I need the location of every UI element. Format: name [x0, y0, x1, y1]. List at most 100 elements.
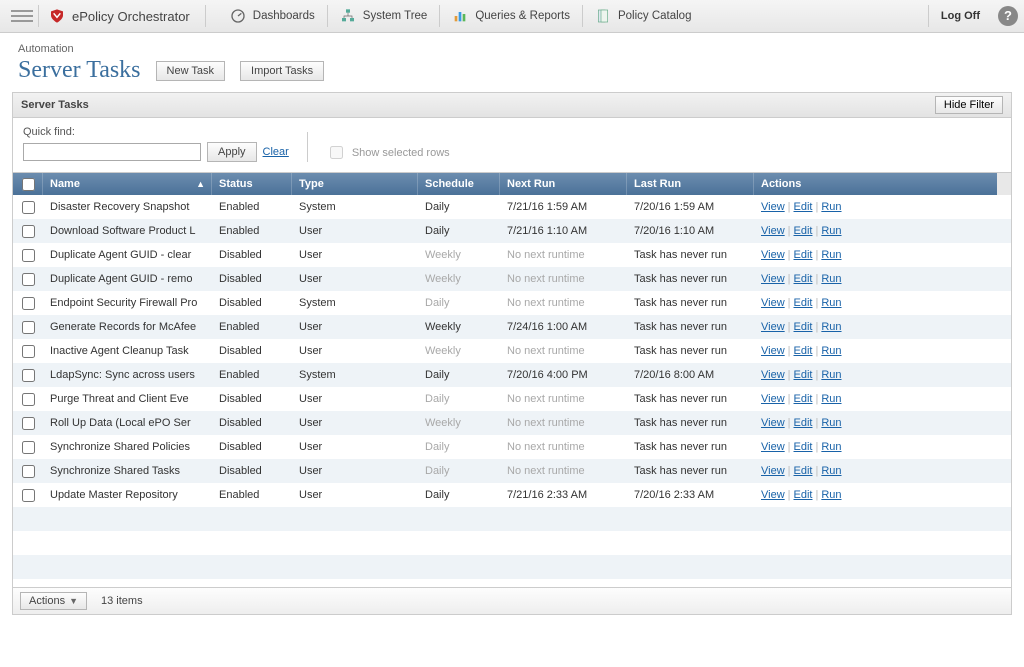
row-checkbox[interactable] — [22, 201, 35, 214]
hide-filter-button[interactable]: Hide Filter — [935, 96, 1003, 114]
row-checkbox[interactable] — [22, 417, 35, 430]
view-link[interactable]: View — [761, 393, 785, 405]
run-link[interactable]: Run — [821, 225, 841, 237]
nav-system-tree[interactable]: System Tree — [328, 5, 441, 27]
run-link[interactable]: Run — [821, 201, 841, 213]
col-last-run[interactable]: Last Run — [627, 173, 754, 195]
run-link[interactable]: Run — [821, 417, 841, 429]
col-next-run[interactable]: Next Run — [500, 173, 627, 195]
col-schedule[interactable]: Schedule — [418, 173, 500, 195]
view-link[interactable]: View — [761, 369, 785, 381]
edit-link[interactable]: Edit — [794, 369, 813, 381]
cell-last-run: Task has never run — [627, 291, 754, 315]
edit-link[interactable]: Edit — [794, 417, 813, 429]
view-link[interactable]: View — [761, 249, 785, 261]
show-selected-checkbox[interactable] — [330, 146, 343, 159]
table-row[interactable]: Purge Threat and Client EveDisabledUserD… — [13, 387, 1011, 411]
nav-policy-catalog[interactable]: Policy Catalog — [583, 5, 704, 27]
view-link[interactable]: View — [761, 441, 785, 453]
view-link[interactable]: View — [761, 465, 785, 477]
panel-header: Server Tasks Hide Filter — [12, 92, 1012, 118]
edit-link[interactable]: Edit — [794, 273, 813, 285]
scrollbar-header-spacer — [997, 173, 1011, 195]
edit-link[interactable]: Edit — [794, 465, 813, 477]
edit-link[interactable]: Edit — [794, 225, 813, 237]
row-checkbox[interactable] — [22, 465, 35, 478]
cell-status: Disabled — [212, 243, 292, 267]
cell-type: User — [292, 243, 418, 267]
quick-find-input[interactable] — [23, 143, 201, 161]
col-status[interactable]: Status — [212, 173, 292, 195]
cell-status: Disabled — [212, 267, 292, 291]
filter-bar: Quick find: Apply Clear Show selected ro… — [12, 118, 1012, 173]
select-all-checkbox[interactable] — [22, 178, 35, 191]
row-checkbox[interactable] — [22, 225, 35, 238]
table-row[interactable]: Roll Up Data (Local ePO SerDisabledUserW… — [13, 411, 1011, 435]
table-row[interactable]: Endpoint Security Firewall ProDisabledSy… — [13, 291, 1011, 315]
table-row[interactable]: Duplicate Agent GUID - clearDisabledUser… — [13, 243, 1011, 267]
view-link[interactable]: View — [761, 201, 785, 213]
row-checkbox[interactable] — [22, 369, 35, 382]
row-checkbox[interactable] — [22, 273, 35, 286]
view-link[interactable]: View — [761, 489, 785, 501]
brand[interactable]: ePolicy Orchestrator — [49, 5, 206, 27]
table-row[interactable]: Synchronize Shared TasksDisabledUserDail… — [13, 459, 1011, 483]
run-link[interactable]: Run — [821, 489, 841, 501]
row-checkbox[interactable] — [22, 249, 35, 262]
run-link[interactable]: Run — [821, 441, 841, 453]
col-name[interactable]: Name▲ — [43, 173, 212, 195]
table-row[interactable]: Generate Records for McAfeeEnabledUserWe… — [13, 315, 1011, 339]
table-row[interactable]: Download Software Product LEnabledUserDa… — [13, 219, 1011, 243]
view-link[interactable]: View — [761, 297, 785, 309]
row-checkbox[interactable] — [22, 489, 35, 502]
view-link[interactable]: View — [761, 225, 785, 237]
new-task-button[interactable]: New Task — [156, 61, 225, 81]
row-checkbox[interactable] — [22, 321, 35, 334]
edit-link[interactable]: Edit — [794, 345, 813, 357]
edit-link[interactable]: Edit — [794, 441, 813, 453]
edit-link[interactable]: Edit — [794, 201, 813, 213]
row-checkbox[interactable] — [22, 441, 35, 454]
view-link[interactable]: View — [761, 273, 785, 285]
clear-link[interactable]: Clear — [263, 146, 289, 158]
run-link[interactable]: Run — [821, 369, 841, 381]
table-row[interactable]: Duplicate Agent GUID - remoDisabledUserW… — [13, 267, 1011, 291]
nav-queries-reports[interactable]: Queries & Reports — [440, 5, 583, 27]
apply-button[interactable]: Apply — [207, 142, 257, 162]
cell-last-run: Task has never run — [627, 459, 754, 483]
run-link[interactable]: Run — [821, 321, 841, 333]
edit-link[interactable]: Edit — [794, 321, 813, 333]
log-off-button[interactable]: Log Off — [928, 5, 992, 27]
row-checkbox[interactable] — [22, 393, 35, 406]
view-link[interactable]: View — [761, 321, 785, 333]
row-checkbox[interactable] — [22, 297, 35, 310]
nav-dashboards[interactable]: Dashboards — [218, 5, 328, 27]
table-row[interactable]: Update Master RepositoryEnabledUserDaily… — [13, 483, 1011, 507]
table-row[interactable]: Inactive Agent Cleanup TaskDisabledUserW… — [13, 339, 1011, 363]
run-link[interactable]: Run — [821, 249, 841, 261]
run-link[interactable]: Run — [821, 393, 841, 405]
edit-link[interactable]: Edit — [794, 393, 813, 405]
col-type[interactable]: Type — [292, 173, 418, 195]
table-row[interactable]: LdapSync: Sync across usersEnabledSystem… — [13, 363, 1011, 387]
table-row — [13, 555, 1011, 579]
run-link[interactable]: Run — [821, 297, 841, 309]
table-row[interactable]: Disaster Recovery SnapshotEnabledSystemD… — [13, 195, 1011, 219]
row-checkbox[interactable] — [22, 345, 35, 358]
view-link[interactable]: View — [761, 345, 785, 357]
cell-type: User — [292, 339, 418, 363]
menu-icon[interactable] — [6, 5, 39, 27]
help-icon[interactable]: ? — [998, 6, 1018, 26]
cell-name: Duplicate Agent GUID - clear — [43, 243, 212, 267]
cell-actions: View|Edit|Run — [754, 435, 1011, 459]
table-row[interactable]: Synchronize Shared PoliciesDisabledUserD… — [13, 435, 1011, 459]
run-link[interactable]: Run — [821, 465, 841, 477]
view-link[interactable]: View — [761, 417, 785, 429]
edit-link[interactable]: Edit — [794, 297, 813, 309]
edit-link[interactable]: Edit — [794, 249, 813, 261]
import-tasks-button[interactable]: Import Tasks — [240, 61, 324, 81]
edit-link[interactable]: Edit — [794, 489, 813, 501]
actions-dropdown[interactable]: Actions▼ — [20, 592, 87, 610]
run-link[interactable]: Run — [821, 345, 841, 357]
run-link[interactable]: Run — [821, 273, 841, 285]
